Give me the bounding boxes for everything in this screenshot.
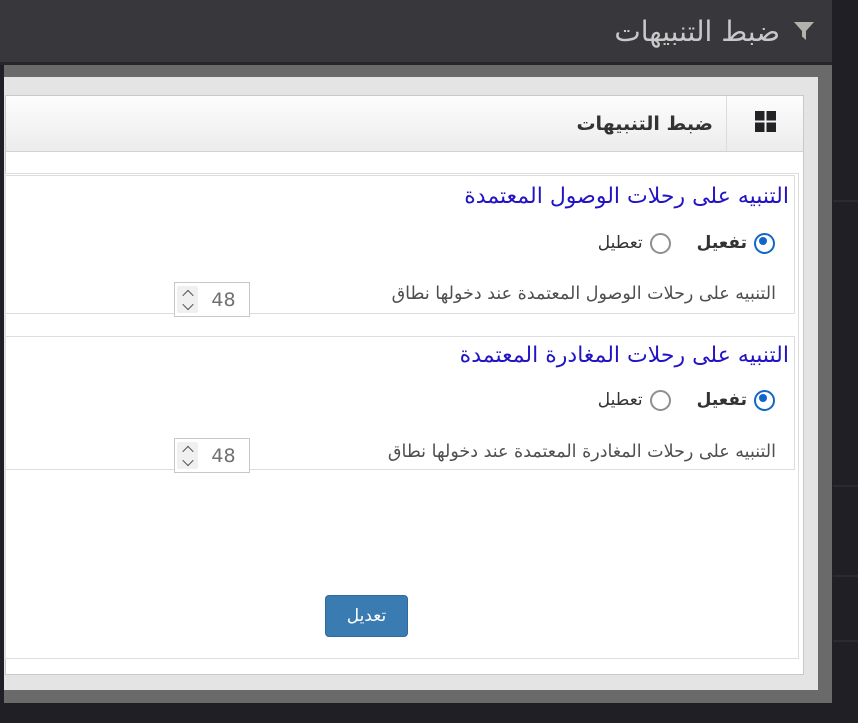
disable-radio[interactable] <box>650 390 671 411</box>
spinner-down-icon[interactable] <box>182 454 193 465</box>
number-spinner[interactable] <box>177 442 198 469</box>
disable-option[interactable]: تعطيل <box>598 390 671 411</box>
right-strip-separator <box>833 485 858 487</box>
panel-header-icon-box[interactable] <box>726 96 803 151</box>
disable-option[interactable]: تعطيل <box>598 233 671 254</box>
radio-row: تفعيل تعطيل <box>598 388 775 412</box>
number-spinner[interactable] <box>177 286 198 313</box>
settings-panel: ضبط التنبيهات التنبيه على رحلات الوصول ا… <box>5 95 804 675</box>
range-input[interactable] <box>198 444 249 468</box>
enable-radio[interactable] <box>754 390 775 411</box>
section-heading: التنبيه على رحلات الوصول المعتمدة <box>464 182 789 212</box>
panel-header: ضبط التنبيهات <box>6 96 803 152</box>
disable-radio-label[interactable]: تعطيل <box>598 390 643 410</box>
right-strip-separator <box>833 200 858 202</box>
top-bar: ضبط التنبيهات <box>0 0 832 62</box>
range-input-box <box>174 282 250 317</box>
top-bar-title: ضبط التنبيهات <box>614 15 780 48</box>
grid-icon <box>755 111 776 136</box>
right-strip-separator <box>833 640 858 642</box>
section-departure-alert: التنبيه على رحلات المغادرة المعتمدة تفعي… <box>5 336 795 470</box>
enable-option[interactable]: تفعيل <box>697 233 775 254</box>
section-arrival-alert: التنبيه على رحلات الوصول المعتمدة تفعيل … <box>5 175 795 314</box>
edit-submit-button[interactable]: تعديل <box>325 595 408 637</box>
panel-title: ضبط التنبيهات <box>563 113 726 135</box>
enable-radio-label[interactable]: تفعيل <box>697 390 747 410</box>
disable-radio-label[interactable]: تعطيل <box>598 233 643 253</box>
disable-radio[interactable] <box>650 233 671 254</box>
filter-icon[interactable] <box>792 19 816 43</box>
range-label: التنبيه على رحلات الوصول المعتمدة عند دخ… <box>392 284 776 304</box>
spinner-down-icon[interactable] <box>182 298 193 309</box>
range-input-box <box>174 438 250 473</box>
radio-row: تفعيل تعطيل <box>598 231 775 255</box>
enable-radio[interactable] <box>754 233 775 254</box>
enable-radio-label[interactable]: تفعيل <box>697 233 747 253</box>
enable-option[interactable]: تفعيل <box>697 390 775 411</box>
range-input[interactable] <box>198 288 249 312</box>
right-strip-separator <box>833 575 858 577</box>
range-label: التنبيه على رحلات المغادرة المعتمدة عند … <box>388 442 776 462</box>
section-heading: التنبيه على رحلات المغادرة المعتمدة <box>460 341 789 371</box>
